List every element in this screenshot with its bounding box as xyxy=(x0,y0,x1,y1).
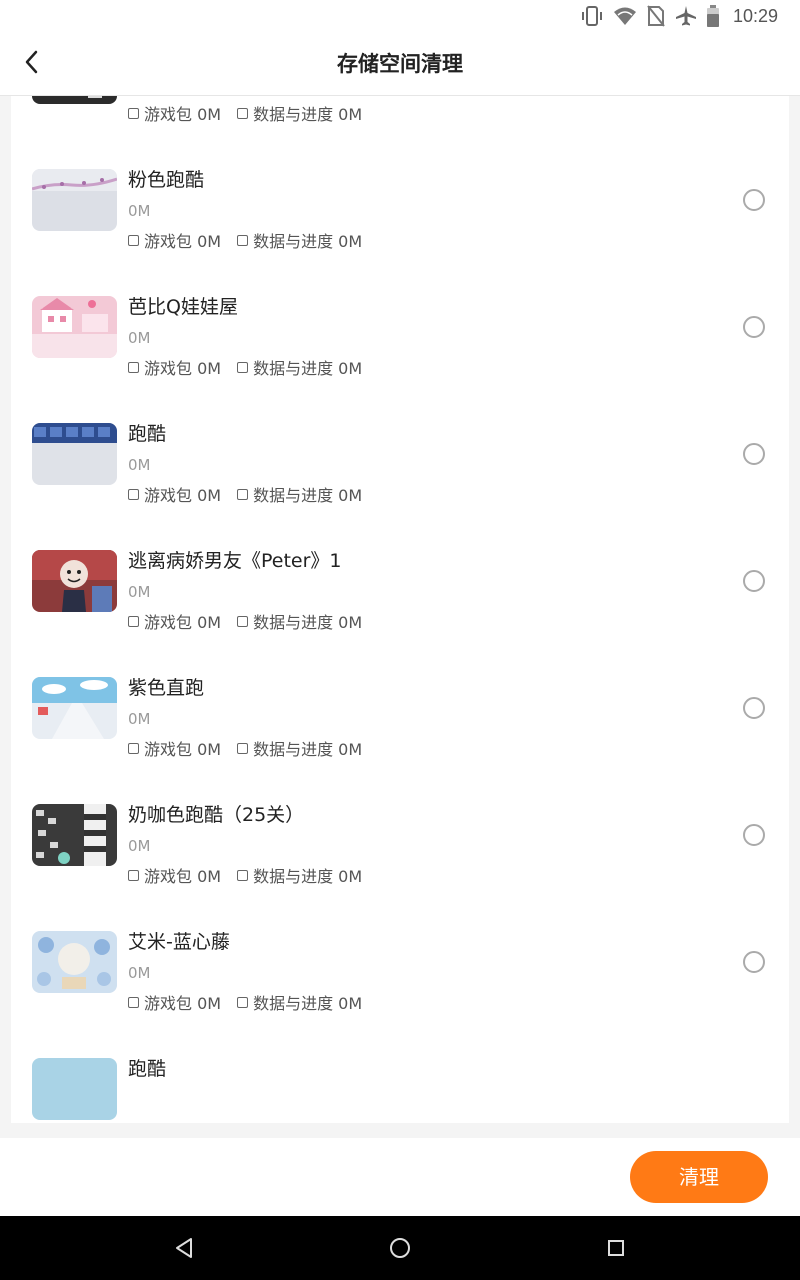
game-size: 0M xyxy=(128,837,151,855)
select-radio[interactable] xyxy=(743,697,765,719)
chevron-left-icon xyxy=(22,50,42,78)
game-size: 0M xyxy=(128,964,151,982)
select-radio[interactable] xyxy=(743,443,765,465)
game-thumbnail xyxy=(32,96,117,104)
game-name: 奶咖色跑酷（25关） xyxy=(128,804,305,826)
clean-button[interactable]: 清理 xyxy=(630,1151,768,1203)
game-thumbnail xyxy=(32,1058,117,1120)
game-thumbnail xyxy=(32,423,117,485)
game-name: 跑酷 xyxy=(128,1058,167,1080)
select-radio[interactable] xyxy=(743,951,765,973)
game-thumbnail xyxy=(32,804,117,866)
back-triangle-icon[interactable] xyxy=(172,1236,196,1260)
battery-icon xyxy=(706,5,719,27)
no-sim-icon xyxy=(647,5,665,27)
vibrate-icon xyxy=(581,5,603,27)
game-thumbnail xyxy=(32,296,117,358)
game-size: 0M xyxy=(128,583,151,601)
game-name: 艾米-蓝心藤 xyxy=(128,931,230,953)
game-size: 0M xyxy=(128,710,151,728)
game-name: 跑酷 xyxy=(128,423,167,445)
system-nav-bar xyxy=(0,1216,800,1280)
page-title: 存储空间清理 xyxy=(337,52,463,76)
wifi-icon xyxy=(613,6,637,26)
game-list-container[interactable]: 0M 游戏包 0M 数据与进度 0M 粉色跑酷 0M 游戏包 0M 数据 xyxy=(11,96,789,1123)
home-circle-icon[interactable] xyxy=(388,1236,412,1260)
select-radio[interactable] xyxy=(743,189,765,211)
status-time: 10:29 xyxy=(732,5,778,26)
status-bar: 10:29 xyxy=(0,0,800,32)
game-thumbnail xyxy=(32,169,117,231)
recents-square-icon[interactable] xyxy=(604,1236,628,1260)
select-radio[interactable] xyxy=(743,570,765,592)
game-thumbnail xyxy=(32,677,117,739)
back-button[interactable] xyxy=(14,46,50,82)
game-size: 0M xyxy=(128,202,151,220)
title-bar: 存储空间清理 xyxy=(0,32,800,96)
list-item[interactable]: 艾米-蓝心藤 0M 游戏包 0M 数据与进度 0M xyxy=(11,875,789,1013)
list-item[interactable]: 跑酷 0M 游戏包 0M 数据与进度 0M xyxy=(11,367,789,505)
list-item[interactable]: 逃离病娇男友《Peter》1 0M 游戏包 0M 数据与进度 0M xyxy=(11,494,789,632)
game-name: 芭比Q娃娃屋 xyxy=(128,296,238,318)
bottom-action-bar: 清理 xyxy=(0,1138,800,1216)
game-name: 粉色跑酷 xyxy=(128,169,205,191)
list-item[interactable]: 芭比Q娃娃屋 0M 游戏包 0M 数据与进度 0M xyxy=(11,240,789,378)
select-radio[interactable] xyxy=(743,824,765,846)
list-item[interactable]: 粉色跑酷 0M 游戏包 0M 数据与进度 0M xyxy=(11,113,789,251)
list-item[interactable]: 0M 游戏包 0M 数据与进度 0M xyxy=(11,96,789,124)
game-list: 0M 游戏包 0M 数据与进度 0M 粉色跑酷 0M 游戏包 0M 数据 xyxy=(11,96,789,1123)
game-name: 逃离病娇男友《Peter》1 xyxy=(128,550,342,572)
select-radio[interactable] xyxy=(743,316,765,338)
list-item[interactable]: 跑酷 xyxy=(11,1002,789,1123)
game-thumbnail xyxy=(32,931,117,993)
status-icons: 10:29 xyxy=(581,4,778,28)
game-size: 0M xyxy=(128,329,151,347)
game-size: 0M xyxy=(128,456,151,474)
airplane-icon xyxy=(675,5,697,27)
list-item[interactable]: 紫色直跑 0M 游戏包 0M 数据与进度 0M xyxy=(11,621,789,759)
list-item[interactable]: 奶咖色跑酷（25关） 0M 游戏包 0M 数据与进度 0M xyxy=(11,748,789,886)
game-thumbnail xyxy=(32,550,117,612)
game-name: 紫色直跑 xyxy=(128,677,205,699)
